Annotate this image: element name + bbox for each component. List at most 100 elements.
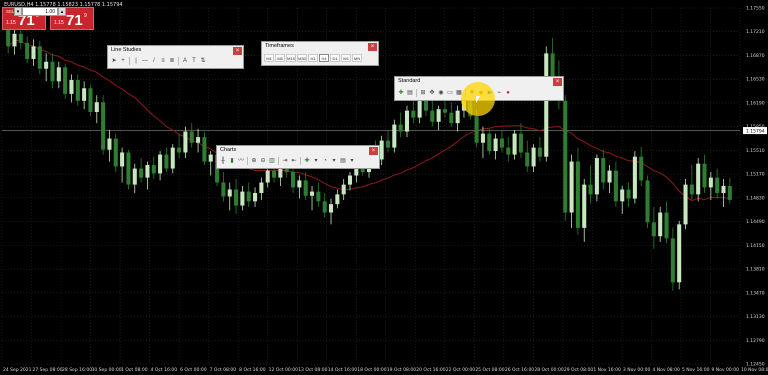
timeframe-m30-button[interactable]: M30 <box>297 54 307 62</box>
market-watch-icon[interactable]: ⊞ <box>419 89 427 97</box>
candle-body <box>303 180 308 196</box>
lot-increase-button[interactable]: ▴ <box>58 7 66 16</box>
candle-body <box>582 184 587 228</box>
periods-icon[interactable]: ◔ <box>321 157 329 165</box>
candle-body <box>721 186 726 193</box>
candle-body <box>569 161 574 213</box>
signals-icon[interactable]: ⌁ <box>495 89 503 97</box>
autotrading-toggle-icon[interactable]: ● <box>504 89 512 97</box>
time-axis-label: 28 Oct 00:00 <box>534 367 563 373</box>
buy-price-big: 71 <box>66 12 83 29</box>
candle-body <box>645 180 650 223</box>
zoom-out-icon[interactable]: ⊖ <box>259 157 267 165</box>
candle-body <box>272 170 277 178</box>
candle-body <box>164 154 169 169</box>
text-icon[interactable]: A <box>181 57 189 65</box>
timeframe-m1-button[interactable]: M1 <box>264 54 274 62</box>
candle-body <box>626 189 631 199</box>
timeframe-m5-button[interactable]: M5 <box>275 54 285 62</box>
line-studies-close-button[interactable]: × <box>233 47 242 55</box>
time-axis-label: 7 Oct 08:00 <box>210 367 237 373</box>
timeframe-mn-button[interactable]: MN <box>352 54 362 62</box>
timeframe-h1-button[interactable]: H1 <box>308 54 318 62</box>
candle-body <box>385 140 391 148</box>
vertical-line-icon[interactable]: | <box>132 57 140 65</box>
autoscroll-icon[interactable]: ⇥ <box>281 157 289 165</box>
line-chart-icon[interactable]: 〰 <box>237 157 245 165</box>
indicators-icon[interactable]: ✚ <box>303 157 311 165</box>
price-axis: 1.175501.172101.168701.165301.161901.158… <box>743 6 767 368</box>
crosshair-icon[interactable]: + <box>119 57 127 65</box>
candle-body <box>158 154 163 174</box>
candle-body <box>145 165 150 178</box>
candle-body <box>620 189 625 202</box>
terminal-icon[interactable]: ▭ <box>446 89 454 97</box>
tile-windows-icon[interactable]: ▥ <box>268 157 276 165</box>
candle-body <box>335 194 340 205</box>
candle-body <box>50 61 55 82</box>
candle-body <box>253 192 258 202</box>
timeframe-h4-button[interactable]: H4 <box>319 54 329 62</box>
templates-dropdown-icon[interactable]: ▾ <box>348 157 356 165</box>
candle-body <box>240 191 245 206</box>
time-axis-label: 9 Nov 00:00 <box>711 367 739 373</box>
timeframe-d1-button[interactable]: D1 <box>330 54 340 62</box>
candle-body <box>708 177 713 188</box>
candle-body <box>75 79 80 101</box>
candle-body <box>69 79 74 94</box>
standard-close-button[interactable]: × <box>553 78 562 86</box>
time-axis-label: 5 Nov 16:00 <box>682 367 710 373</box>
timeframes-close-button[interactable]: × <box>368 43 377 51</box>
price-axis-label: 1.16190 <box>746 100 765 106</box>
current-price-label: 1.15794 <box>746 128 765 134</box>
candle-body <box>449 112 454 124</box>
candle-body <box>537 147 542 157</box>
zoom-in-icon[interactable]: ⊕ <box>250 157 258 165</box>
navigator-icon[interactable]: ◉ <box>437 89 445 97</box>
candle-body <box>411 110 416 118</box>
timeframe-w1-button[interactable]: W1 <box>341 54 351 62</box>
channel-icon[interactable]: ≡ <box>159 57 167 65</box>
candle-body <box>139 168 144 178</box>
candle-body <box>392 124 397 148</box>
candle-body <box>25 42 30 59</box>
charts-close-button[interactable]: × <box>369 147 378 155</box>
candle-body <box>518 133 523 153</box>
buy-price-small: 1.15 <box>54 20 64 26</box>
candlestick-chart-icon[interactable]: ▮ <box>228 157 236 165</box>
time-axis-label: 4 Nov 08:00 <box>652 367 680 373</box>
chart-shift-icon[interactable]: ⇤ <box>290 157 298 165</box>
toolbar-separator <box>416 89 417 97</box>
profiles-icon[interactable]: ▤ <box>406 89 414 97</box>
candle-body <box>436 109 441 122</box>
indicators-dropdown-icon[interactable]: ▾ <box>312 157 320 165</box>
trendline-icon[interactable]: / <box>150 57 158 65</box>
bar-chart-icon[interactable]: ╫ <box>219 157 227 165</box>
candle-body <box>455 110 460 124</box>
horizontal-line-icon[interactable]: — <box>141 57 149 65</box>
time-axis-label: 20 Oct 16:00 <box>416 367 445 373</box>
time-axis-label: 13 Oct 08:00 <box>298 367 327 373</box>
fibonacci-icon[interactable]: ≣ <box>168 57 176 65</box>
price-axis-label: 1.14150 <box>746 243 765 249</box>
lot-decrease-button[interactable]: ▾ <box>14 7 22 16</box>
new-chart-icon[interactable]: ✚ <box>397 89 405 97</box>
cursor-icon[interactable]: ➤ <box>110 57 118 65</box>
time-axis-label: 10 Nov 08:00 <box>741 367 768 373</box>
time-axis-label: 1 Nov 16:00 <box>593 367 621 373</box>
candle-body <box>310 191 315 196</box>
label-icon[interactable]: T <box>190 57 198 65</box>
candle-body <box>727 186 732 200</box>
candle-body <box>632 156 637 199</box>
data-window-icon[interactable]: ✥ <box>428 89 436 97</box>
timeframe-m15-button[interactable]: M15 <box>286 54 296 62</box>
arrow-shapes-icon[interactable]: ⇅ <box>199 57 207 65</box>
candle-body <box>227 189 232 197</box>
periods-dropdown-icon[interactable]: ▾ <box>330 157 338 165</box>
time-axis-label: 27 Sep 08:00 <box>33 367 63 373</box>
candle-body <box>56 67 61 82</box>
lot-size-input[interactable]: 1.00 <box>22 7 58 16</box>
candle-body <box>347 175 353 185</box>
templates-icon[interactable]: ▤ <box>339 157 347 165</box>
candle-body <box>506 147 511 155</box>
